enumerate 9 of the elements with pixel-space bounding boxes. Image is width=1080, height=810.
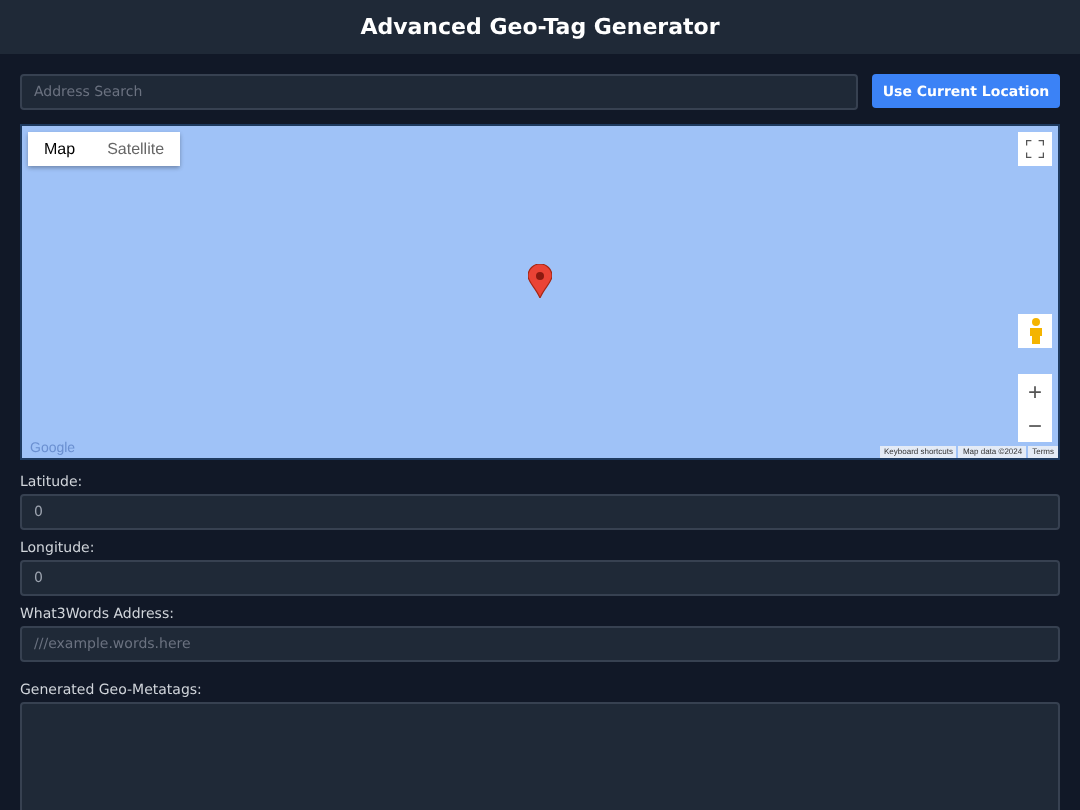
page-title: Advanced Geo-Tag Generator [360,14,720,40]
map-type-tab[interactable]: Map [28,132,92,166]
fullscreen-button[interactable] [1018,132,1052,166]
map-pin-icon [528,264,552,298]
map-type-tab[interactable]: Satellite [91,132,181,166]
person-icon [1027,318,1043,344]
street-view-button[interactable] [1018,314,1052,348]
fullscreen-icon [1026,140,1044,158]
metatags-text-area[interactable] [20,702,1060,810]
